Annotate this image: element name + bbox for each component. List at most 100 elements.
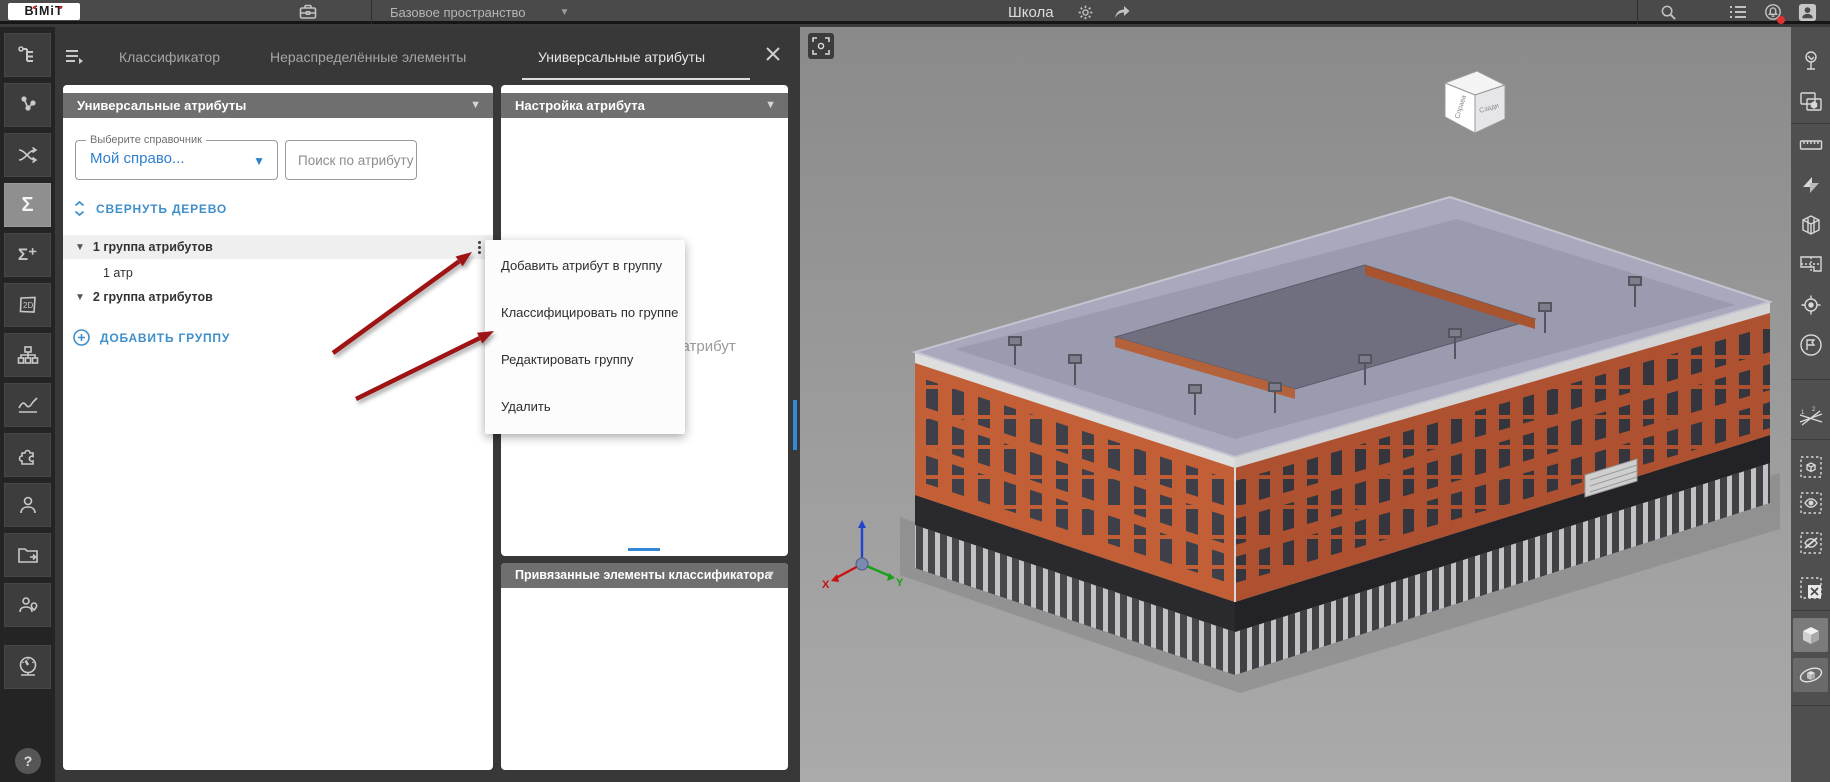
toolbar-ghost-box-button[interactable] — [1791, 449, 1830, 485]
viewport-toolbar: 12 — [1791, 27, 1830, 782]
account-icon[interactable] — [1797, 2, 1817, 22]
app-logo[interactable]: BiMiT — [8, 3, 80, 20]
toolbar-floor-plan-button[interactable] — [1791, 246, 1830, 282]
collapse-tree-link[interactable]: СВЕРНУТЬ ДЕРЕВО — [73, 201, 227, 216]
toolbar-show-button[interactable] — [1791, 485, 1830, 521]
sidebar-item-sigma[interactable]: Σ — [4, 183, 51, 227]
model-viewport[interactable]: Справа Сзади X Y — [800, 27, 1830, 782]
toolbar-selection-region-button[interactable] — [1791, 84, 1830, 120]
tree-expand-icon[interactable]: ▼ — [75, 292, 85, 303]
unfold-icon — [73, 201, 86, 216]
sigma-icon: Σ — [21, 194, 33, 217]
toolbar-tree-button[interactable] — [1791, 42, 1830, 78]
hide-eye-icon — [1799, 531, 1823, 555]
briefcase-icon[interactable] — [298, 2, 318, 22]
axis-y-label: Y — [896, 577, 904, 589]
toolbar-orbit-button[interactable] — [1793, 658, 1828, 692]
chevron-down-icon: ▼ — [765, 93, 776, 118]
topbar-divider — [371, 0, 372, 24]
solid-box-icon — [1799, 623, 1823, 647]
toolbar-flip-button[interactable] — [1791, 167, 1830, 203]
sidebar-item-folder-shared[interactable] — [4, 533, 51, 577]
multi-measure-icon: 12 — [1798, 406, 1824, 430]
collapse-tree-label: СВЕРНУТЬ ДЕРЕВО — [96, 202, 227, 216]
project-title: Школа — [1008, 4, 1054, 21]
help-button[interactable]: ? — [15, 748, 41, 774]
fit-view-button[interactable] — [808, 33, 834, 59]
share-icon[interactable] — [1112, 2, 1132, 22]
tree-group-2[interactable]: ▼ 2 группа атрибутов — [63, 285, 493, 309]
sidebar-item-chart[interactable] — [4, 383, 51, 427]
logo-dot — [59, 6, 62, 9]
menu-item-classify-by-group[interactable]: Классифицировать по группе — [485, 289, 685, 336]
panel-resize-handle[interactable] — [628, 548, 660, 551]
tree-attribute-1-label: 1 атр — [103, 266, 133, 280]
user-icon — [17, 494, 39, 516]
sidebar-item-user-location[interactable] — [4, 583, 51, 627]
universal-attributes-header-label: Универсальные атрибуты — [77, 98, 246, 113]
menu-item-add-attribute[interactable]: Добавить атрибут в группу — [485, 242, 685, 289]
tree-attribute-1[interactable]: 1 атр — [63, 261, 493, 285]
reference-select[interactable]: Выберите справочник Мой справо... ▼ — [75, 140, 278, 180]
menu-item-delete[interactable]: Удалить — [485, 383, 685, 430]
selection-region-icon — [1799, 91, 1823, 113]
panel-scrollbar-thumb[interactable] — [793, 400, 797, 450]
fit-view-icon — [812, 37, 830, 55]
tree-expand-icon[interactable]: ▼ — [75, 242, 85, 253]
section-box-icon — [1799, 214, 1823, 236]
dropdown-caret-icon: ▼ — [560, 7, 570, 18]
attribute-settings-header[interactable]: Настройка атрибута ▼ — [501, 93, 788, 118]
toolbar-clear-selection-button[interactable] — [1791, 570, 1830, 606]
sidebar-item-user[interactable] — [4, 483, 51, 527]
tab-unallocated-elements[interactable]: Нераспределённые элементы — [270, 49, 466, 65]
help-icon: ? — [24, 753, 33, 769]
toolbar-flag-button[interactable] — [1791, 327, 1830, 363]
tree-group-1[interactable]: ▼ 1 группа атрибутов — [63, 235, 493, 259]
toolbar-hide-button[interactable] — [1791, 525, 1830, 561]
gear-icon[interactable] — [1075, 2, 1095, 22]
bound-elements-header[interactable]: Привязанные элементы классификатора ▼ — [501, 563, 788, 588]
axis-triad: X Y — [820, 512, 904, 606]
view-cube[interactable]: Справа Сзади — [1435, 63, 1513, 141]
chevron-down-icon: ▼ — [253, 154, 265, 168]
sidebar-item-node-select[interactable] — [4, 83, 51, 127]
sidebar-item-2d-view[interactable]: 2D — [4, 283, 51, 327]
toolbar-multi-measure-button[interactable]: 12 — [1791, 400, 1830, 436]
universal-attributes-header[interactable]: Универсальные атрибуты ▼ — [63, 93, 493, 118]
toolbar-ruler-button[interactable] — [1791, 127, 1830, 163]
attribute-settings-header-label: Настройка атрибута — [515, 98, 645, 113]
sidebar-item-hierarchy[interactable] — [4, 33, 51, 77]
sidebar-item-sigma-plus[interactable]: Σ⁺ — [4, 233, 51, 277]
tab-universal-attributes[interactable]: Универсальные атрибуты — [538, 49, 705, 65]
workspace-selector[interactable]: Базовое пространство ▼ — [390, 0, 569, 24]
show-eye-icon — [1799, 491, 1823, 515]
toolbar-section-box-button[interactable] — [1791, 207, 1830, 243]
attribute-search-input[interactable] — [286, 141, 416, 179]
list-icon[interactable] — [1728, 2, 1748, 22]
toolbar-solid-box-button[interactable] — [1793, 618, 1828, 652]
sidebar-item-shuffle[interactable] — [4, 133, 51, 177]
folder-shared-icon — [17, 544, 39, 566]
hierarchy-tree-icon — [17, 44, 39, 66]
notification-badge — [1777, 16, 1785, 24]
sidebar-item-gauge[interactable] — [4, 645, 51, 689]
tree-icon — [1800, 49, 1822, 71]
close-icon — [765, 46, 781, 62]
locate-icon — [1800, 294, 1822, 316]
chart-line-icon — [17, 394, 39, 416]
tab-classifier[interactable]: Классификатор — [119, 49, 220, 65]
sitemap-icon — [17, 344, 39, 366]
close-panel-button[interactable] — [765, 46, 785, 66]
add-group-link[interactable]: ДОБАВИТЬ ГРУППУ — [73, 329, 230, 346]
bound-elements-panel: Привязанные элементы классификатора ▼ — [501, 563, 788, 770]
menu-item-edit-group[interactable]: Редактировать группу — [485, 336, 685, 383]
sidebar-item-plugin[interactable] — [4, 433, 51, 477]
sidebar-item-sitemap[interactable] — [4, 333, 51, 377]
panel-collapse-icon[interactable] — [63, 45, 85, 67]
search-icon[interactable] — [1658, 2, 1678, 22]
svg-text:1: 1 — [1801, 410, 1805, 416]
toolbar-locate-button[interactable] — [1791, 287, 1830, 323]
flip-icon — [1800, 174, 1822, 196]
notifications-icon[interactable] — [1763, 2, 1783, 22]
topbar-divider — [1637, 0, 1638, 24]
